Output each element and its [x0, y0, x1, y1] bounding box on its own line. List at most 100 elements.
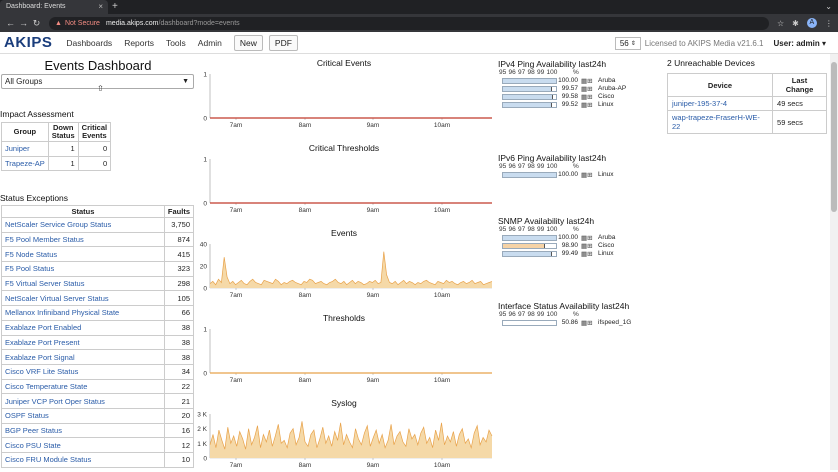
grid-chart-icon[interactable]: ▦⊞ — [581, 93, 593, 101]
reload-icon[interactable]: ↻ — [30, 18, 43, 29]
device-name[interactable]: wap-trapeze-FraserH-WE-22 — [672, 113, 760, 131]
status-link[interactable]: Cisco VRF Lite Status — [1, 363, 165, 380]
grid-chart-icon[interactable]: ▦⊞ — [581, 85, 593, 93]
x-tick-label: 9am — [367, 377, 380, 384]
nav-dashboards[interactable]: Dashboards — [66, 38, 112, 48]
status-text[interactable]: OSPF Status — [5, 411, 49, 420]
status-link[interactable]: OSPF Status — [1, 407, 165, 424]
bookmark-star-icon[interactable]: ☆ — [777, 19, 784, 28]
grid-chart-icon[interactable]: ▦⊞ — [581, 234, 593, 242]
page-scrollbar[interactable] — [830, 54, 838, 470]
faults-value: 22 — [163, 378, 195, 395]
unreachable-row: wap-trapeze-FraserH-WE-22 59 secs — [666, 110, 827, 134]
nav-admin[interactable]: Admin — [198, 38, 222, 48]
status-text[interactable]: F5 Node Status — [5, 250, 57, 259]
grid-chart-icon[interactable]: ▦⊞ — [581, 77, 593, 85]
status-row: F5 Virtual Server Status 298 — [1, 275, 195, 292]
status-text[interactable]: NetScaler Virtual Server Status — [5, 294, 109, 303]
status-text[interactable]: NetScaler Service Group Status — [5, 220, 111, 229]
status-text[interactable]: Cisco FRU Module Status — [5, 455, 91, 464]
impact-group-link[interactable]: Juniper — [1, 141, 49, 157]
status-link[interactable]: Exablaze Port Signal — [1, 349, 165, 365]
status-text[interactable]: Exablaze Port Enabled — [5, 323, 81, 332]
availability-row[interactable]: 99.49 ▦⊞ Linux — [498, 250, 663, 258]
extensions-icon[interactable]: ✱ — [792, 19, 799, 28]
availability-row[interactable]: 99.52 ▦⊞ Linux — [498, 101, 663, 109]
back-icon[interactable]: ← — [4, 18, 17, 28]
grid-chart-icon[interactable]: ▦⊞ — [581, 242, 593, 250]
nav-tools[interactable]: Tools — [166, 38, 186, 48]
device-link[interactable]: juniper-195-37-4 — [666, 96, 774, 111]
status-text[interactable]: Mellanox Infiniband Physical State — [5, 308, 119, 317]
grid-chart-icon[interactable]: ▦⊞ — [581, 250, 593, 258]
availability-row[interactable]: 50.86 ▦⊞ ifspeed_1G — [498, 319, 663, 327]
status-link[interactable]: Juniper VCP Port Oper Status — [1, 393, 165, 409]
status-link[interactable]: F5 Node Status — [1, 246, 165, 263]
status-text[interactable]: F5 Pool Status — [5, 264, 54, 273]
availability-row[interactable]: 100.00 ▦⊞ Aruba — [498, 234, 663, 242]
x-tick-label: 8am — [299, 292, 312, 299]
status-text[interactable]: Cisco PSU State — [5, 441, 61, 450]
status-table: Status Faults NetScaler Service Group St… — [1, 205, 195, 468]
scrollbar-thumb[interactable] — [831, 62, 837, 212]
grid-chart-icon[interactable]: ▦⊞ — [581, 319, 593, 327]
profile-avatar[interactable]: A — [806, 18, 817, 28]
grid-chart-icon[interactable]: ▦⊞ — [581, 171, 593, 179]
status-text[interactable]: F5 Virtual Server Status — [5, 279, 84, 288]
availability-row[interactable]: 99.57 ▦⊞ Aruba-AP — [498, 85, 663, 93]
grid-chart-icon[interactable]: ▦⊞ — [581, 101, 593, 109]
status-link[interactable]: Cisco Temperature State — [1, 378, 165, 395]
availability-row[interactable]: 100.00 ▦⊞ Linux — [498, 171, 663, 179]
user-menu[interactable]: User: admin ▾ — [774, 39, 826, 48]
impact-group-text[interactable]: Trapeze-AP — [5, 159, 45, 168]
tab-search-icon[interactable]: ⌄ — [825, 0, 832, 14]
status-text[interactable]: Cisco Temperature State — [5, 382, 87, 391]
status-row: BGP Peer Status 16 — [1, 422, 195, 439]
impact-group-text[interactable]: Juniper — [5, 144, 30, 153]
availability-marker — [551, 95, 553, 99]
status-link[interactable]: NetScaler Service Group Status — [1, 217, 165, 233]
status-link[interactable]: NetScaler Virtual Server Status — [1, 290, 165, 307]
status-link[interactable]: F5 Virtual Server Status — [1, 275, 165, 292]
status-link[interactable]: F5 Pool Status — [1, 261, 165, 277]
unreachable-title: 2 Unreachable Devices — [667, 58, 755, 68]
status-header-status: Status — [1, 205, 165, 218]
browser-menu-icon[interactable]: ⋮ — [825, 19, 833, 28]
status-link[interactable]: Mellanox Infiniband Physical State — [1, 305, 165, 321]
status-text[interactable]: Juniper VCP Port Oper Status — [5, 397, 105, 406]
status-link[interactable]: Exablaze Port Present — [1, 334, 165, 351]
version-label: v21.6.1 — [737, 38, 764, 48]
availability-group-name: Aruba-AP — [598, 85, 627, 92]
device-link[interactable]: wap-trapeze-FraserH-WE-22 — [666, 110, 774, 134]
tab-close-icon[interactable]: × — [98, 0, 103, 14]
count-badge[interactable]: 56 ⇕ — [614, 36, 641, 50]
status-link[interactable]: Exablaze Port Enabled — [1, 319, 165, 336]
status-link[interactable]: F5 Pool Member Status — [1, 231, 165, 248]
status-link[interactable]: Cisco FRU Module Status — [1, 452, 165, 468]
status-link[interactable]: Cisco PSU State — [1, 437, 165, 453]
faults-value: 38 — [163, 349, 195, 365]
chart-svg: 0 1 K 2 K 3 K 7am 8am 9am 10am — [197, 412, 493, 469]
availability-row[interactable]: 100.00 ▦⊞ Aruba — [498, 77, 663, 85]
impact-group-link[interactable]: Trapeze-AP — [1, 155, 49, 172]
new-button[interactable]: New — [233, 34, 263, 51]
main-content: Events Dashboard All Groups ▼ Impact Ass… — [0, 54, 838, 470]
availability-row[interactable]: 99.58 ▦⊞ Cisco — [498, 93, 663, 101]
availability-row[interactable]: 98.90 ▦⊞ Cisco — [498, 242, 663, 250]
device-name[interactable]: juniper-195-37-4 — [672, 99, 727, 108]
nav-reports[interactable]: Reports — [124, 38, 154, 48]
forward-icon[interactable]: → — [17, 18, 30, 28]
browser-tab[interactable]: Dashboard: Events × — [0, 0, 108, 14]
availability-group-name: ifspeed_1G — [598, 319, 632, 326]
status-text[interactable]: Exablaze Port Signal — [5, 353, 75, 362]
percent-label: % — [573, 311, 579, 318]
status-text[interactable]: BGP Peer Status — [5, 426, 62, 435]
status-link[interactable]: BGP Peer Status — [1, 422, 165, 439]
status-text[interactable]: Exablaze Port Present — [5, 338, 80, 347]
akips-logo[interactable]: AKIPS — [4, 34, 52, 51]
status-text[interactable]: F5 Pool Member Status — [5, 235, 84, 244]
pdf-button[interactable]: PDF — [268, 34, 298, 51]
new-tab-button[interactable]: + — [112, 0, 118, 14]
address-bar[interactable]: ▲ Not Secure media.akips.com /dashboard?… — [49, 16, 769, 30]
status-text[interactable]: Cisco VRF Lite Status — [5, 367, 78, 376]
